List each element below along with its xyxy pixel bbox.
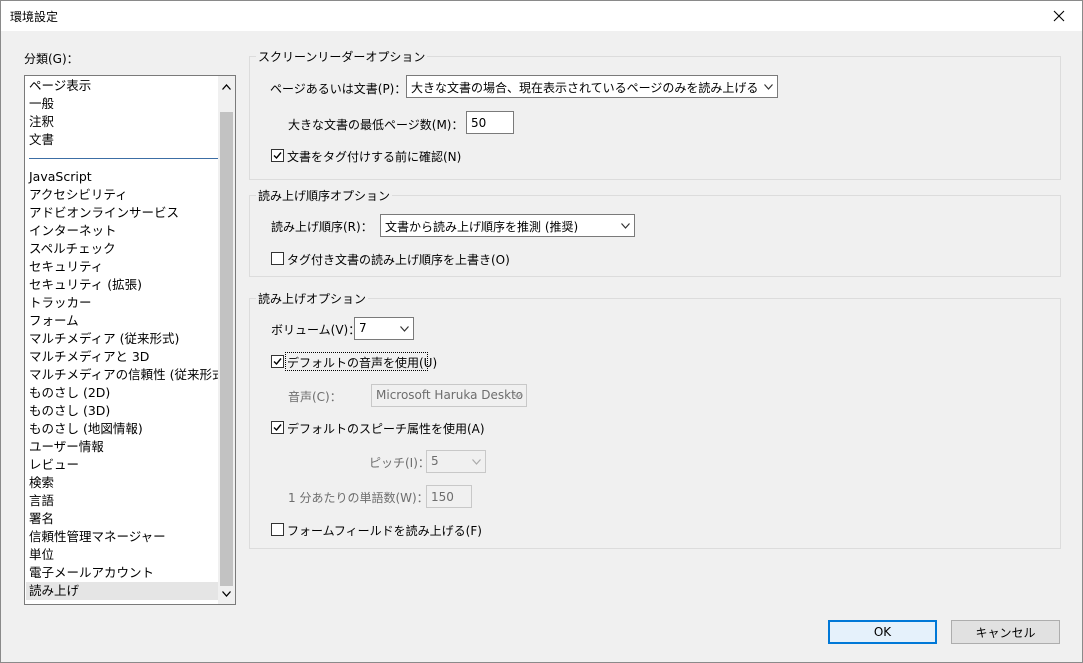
confirm-tag-checkbox[interactable] (271, 149, 284, 162)
category-item[interactable]: トラッカー (29, 294, 92, 312)
default-speech-label[interactable]: デフォルトのスピーチ属性を使用(A) (287, 420, 485, 437)
scroll-thumb[interactable] (220, 112, 233, 586)
title-bar: 環境設定 (1, 1, 1082, 31)
scroll-up-button[interactable] (218, 78, 235, 95)
category-item[interactable]: セキュリティ (拡張) (29, 276, 142, 294)
voice-label: 音声(C)： (288, 390, 342, 404)
window-title: 環境設定 (10, 10, 59, 24)
min-pages-label: 大きな文書の最低ページ数(M)： (288, 118, 464, 132)
ok-button[interactable]: OK (828, 620, 937, 644)
scroll-down-button[interactable] (218, 585, 235, 602)
read-out-group-title: 読み上げオプション (256, 290, 369, 307)
close-button[interactable] (1036, 1, 1082, 31)
category-item[interactable]: 一般 (29, 95, 54, 113)
category-item[interactable]: 単位 (29, 546, 54, 564)
category-item[interactable]: 署名 (29, 510, 54, 528)
category-item[interactable]: フォーム (29, 312, 79, 330)
category-item[interactable]: ものさし (3D) (29, 402, 110, 420)
reading-order-group-title: 読み上げ順序オプション (256, 187, 393, 204)
category-item[interactable]: セキュリティ (29, 258, 103, 276)
override-order-label[interactable]: タグ付き文書の読み上げ順序を上書き(O) (287, 251, 510, 268)
chevron-up-icon (222, 83, 231, 90)
cancel-button[interactable]: キャンセル (951, 620, 1060, 644)
default-voice-checkbox[interactable] (271, 355, 284, 368)
checkmark-icon (273, 424, 282, 432)
reading-order-label: 読み上げ順序(R)： (271, 220, 373, 234)
category-item[interactable]: JavaScript (29, 168, 92, 186)
page-or-doc-select[interactable]: 大きな文書の場合、現在表示されているページのみを読み上げる (406, 75, 778, 98)
form-fields-checkbox[interactable] (271, 523, 284, 536)
reading-order-value: 文書から読み上げ順序を推測 (推奨) (385, 220, 579, 234)
checkmark-icon (273, 152, 282, 160)
page-or-doc-label: ページあるいは文書(P)： (270, 82, 407, 96)
confirm-tag-label[interactable]: 文書をタグ付けする前に確認(N) (287, 148, 461, 165)
default-voice-label[interactable]: デフォルトの音声を使用(U) (287, 354, 437, 371)
screen-reader-group-title: スクリーンリーダーオプション (256, 48, 428, 65)
category-item[interactable]: マルチメディアと 3D (29, 348, 149, 366)
category-item[interactable]: ものさし (2D) (29, 384, 110, 402)
min-pages-input[interactable]: 50 (466, 111, 514, 134)
dropdown-arrow-icon (467, 451, 485, 472)
category-item[interactable]: 文書 (29, 131, 54, 149)
category-item[interactable]: 注釈 (29, 113, 54, 131)
cancel-button-label: キャンセル (975, 625, 1036, 640)
volume-value: 7 (359, 321, 367, 335)
category-item[interactable]: インターネット (29, 222, 117, 240)
list-separator (29, 158, 218, 159)
pitch-value: 5 (431, 454, 439, 468)
ok-button-label: OK (873, 625, 892, 639)
category-item[interactable]: 電子メールアカウント (29, 564, 154, 582)
form-fields-label[interactable]: フォームフィールドを読み上げる(F) (287, 522, 482, 539)
voice-value: Microsoft Haruka Deskto (376, 388, 524, 402)
volume-select[interactable]: 7 (354, 317, 414, 340)
words-per-minute-value: 150 (431, 490, 454, 504)
volume-label: ボリューム(V)： (271, 323, 361, 337)
reading-order-select[interactable]: 文書から読み上げ順序を推測 (推奨) (380, 214, 635, 237)
category-item[interactable]: ユーザー情報 (29, 438, 104, 456)
min-pages-value: 50 (471, 116, 487, 130)
words-per-minute-input[interactable]: 150 (426, 485, 472, 508)
category-item[interactable]: スペルチェック (29, 240, 116, 258)
dropdown-arrow-icon (616, 215, 634, 236)
category-item[interactable]: 読み上げ (26, 582, 222, 600)
pitch-label: ピッチ(I)： (369, 456, 430, 470)
category-item[interactable]: アドビオンラインサービス (29, 204, 179, 222)
category-item[interactable]: 信頼性管理マネージャー (29, 528, 166, 546)
preferences-dialog: 環境設定 分類(G)： ページ表示 一般 注釈 文書 JavaScript アクセシビリテ… (0, 0, 1083, 663)
checkmark-icon (273, 358, 282, 366)
default-speech-checkbox[interactable] (271, 421, 284, 434)
override-order-checkbox[interactable] (271, 252, 284, 265)
page-or-doc-value: 大きな文書の場合、現在表示されているページのみを読み上げる (411, 81, 759, 95)
category-item[interactable]: レビュー (29, 456, 79, 474)
words-per-minute-label: 1 分あたりの単語数(W)： (288, 491, 429, 505)
list-scrollbar[interactable] (218, 76, 235, 604)
pitch-select[interactable]: 5 (426, 450, 486, 473)
category-item[interactable]: マルチメディアの信頼性 (従来形式) (29, 366, 229, 384)
category-item[interactable]: アクセシビリティ (29, 186, 128, 204)
category-item[interactable]: マルチメディア (従来形式) (29, 330, 179, 348)
dropdown-arrow-icon (395, 318, 413, 339)
dropdown-arrow-icon (759, 76, 777, 97)
category-item[interactable]: 言語 (29, 492, 54, 510)
category-list[interactable]: ページ表示 一般 注釈 文書 JavaScript アクセシビリティ アドビオンラインサービ… (24, 75, 236, 605)
category-item[interactable]: ページ表示 (29, 77, 91, 95)
chevron-down-icon (222, 590, 231, 597)
category-item[interactable]: ものさし (地図情報) (29, 420, 143, 438)
voice-select[interactable]: Microsoft Haruka Deskto (371, 384, 527, 407)
dropdown-arrow-icon (508, 385, 526, 406)
category-item[interactable]: 検索 (29, 474, 54, 492)
close-icon (1053, 10, 1065, 22)
category-label: 分類(G)： (24, 52, 79, 66)
